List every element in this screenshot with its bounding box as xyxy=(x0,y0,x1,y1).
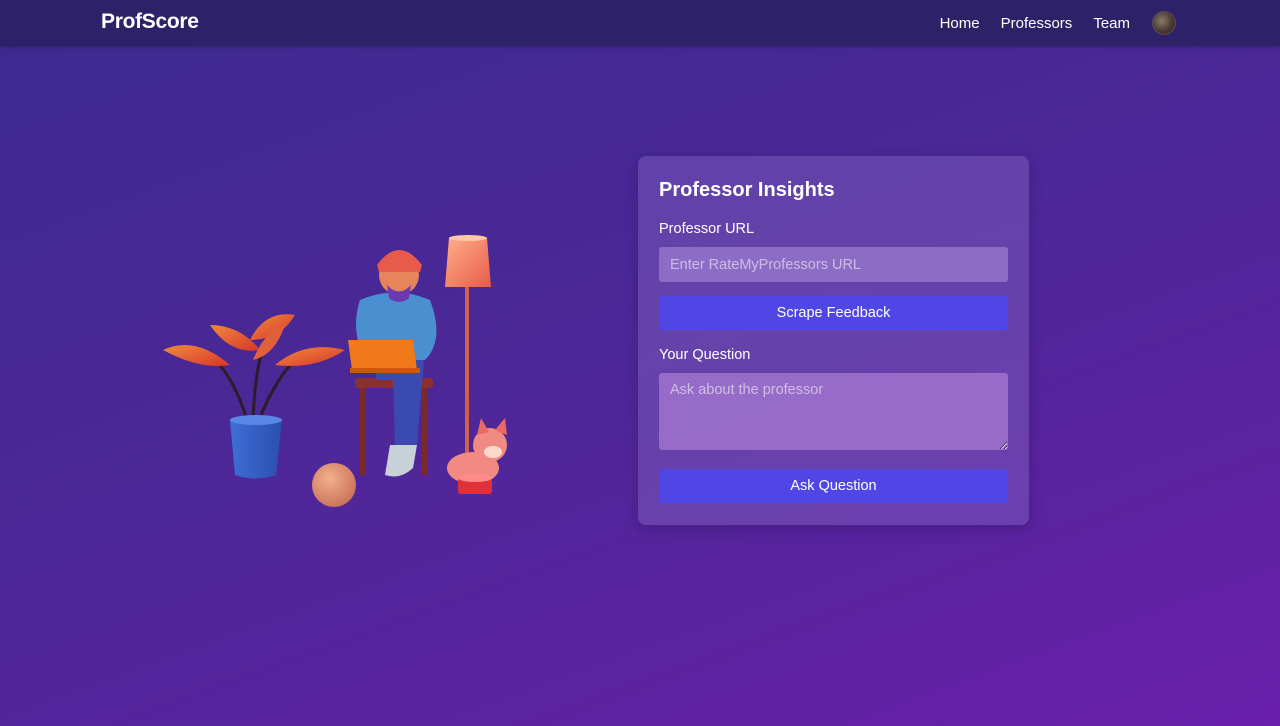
person-icon xyxy=(348,250,437,477)
your-question-label: Your Question xyxy=(659,347,751,363)
nav-link-home[interactable]: Home xyxy=(940,15,980,32)
card-title: Professor Insights xyxy=(659,179,835,201)
plant-icon xyxy=(163,314,345,479)
professor-url-label: Professor URL xyxy=(659,221,755,237)
scrape-feedback-button[interactable]: Scrape Feedback xyxy=(659,296,1008,330)
ask-question-button[interactable]: Ask Question xyxy=(659,469,1008,503)
hero-illustration xyxy=(163,235,507,507)
professor-insights-card: Professor Insights Professor URL Scrape … xyxy=(638,156,1029,525)
nav-link-team[interactable]: Team xyxy=(1093,15,1130,32)
nav-links: Home Professors Team xyxy=(919,0,1176,46)
professor-url-input[interactable] xyxy=(659,247,1008,282)
ball-icon xyxy=(312,463,356,507)
dog-icon xyxy=(447,418,507,494)
question-textarea[interactable] xyxy=(659,373,1008,450)
brand-logo[interactable]: ProfScore xyxy=(101,10,199,34)
top-navbar: ProfScore Home Professors Team xyxy=(0,0,1280,46)
lamp-icon xyxy=(445,235,491,455)
nav-link-professors[interactable]: Professors xyxy=(1001,15,1073,32)
user-avatar[interactable] xyxy=(1152,11,1176,35)
